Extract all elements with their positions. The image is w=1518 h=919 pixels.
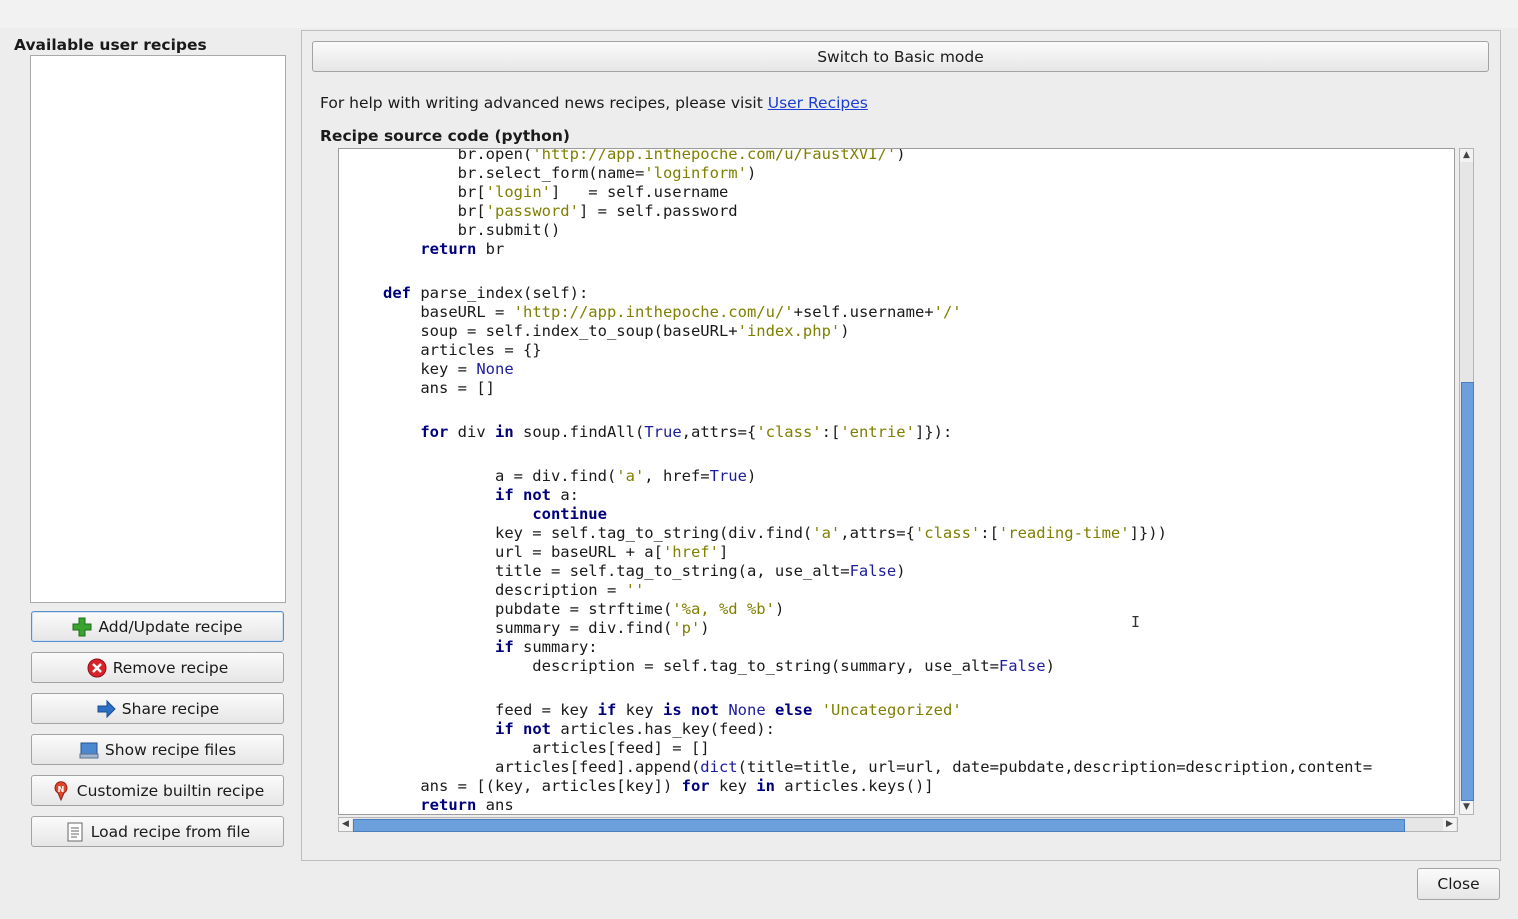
customize-builtin-recipe-button[interactable]: N Customize builtin recipe bbox=[31, 775, 284, 806]
remove-icon bbox=[87, 658, 107, 678]
available-recipes-title: Available user recipes bbox=[14, 36, 207, 54]
source-code-label: Recipe source code (python) bbox=[320, 127, 570, 145]
share-recipe-label: Share recipe bbox=[121, 699, 220, 718]
vertical-scroll-thumb[interactable] bbox=[1461, 382, 1474, 801]
builtin-recipe-icon: N bbox=[51, 780, 71, 801]
help-line: For help with writing advanced news reci… bbox=[320, 94, 868, 112]
share-arrow-icon bbox=[96, 699, 116, 719]
plus-icon bbox=[72, 617, 92, 637]
horizontal-scroll-thumb[interactable] bbox=[353, 819, 1405, 832]
scroll-down-icon[interactable]: ▼ bbox=[1460, 801, 1473, 814]
code-line: a = div.find('a', href=True) bbox=[383, 467, 757, 485]
load-recipe-from-file-button[interactable]: Load recipe from file bbox=[31, 816, 284, 847]
code-editor[interactable]: br.open('http://app.inthepoche.com/u/Fau… bbox=[338, 148, 1455, 815]
add-update-recipe-button[interactable]: Add/Update recipe bbox=[31, 611, 284, 642]
help-text: For help with writing advanced news reci… bbox=[320, 94, 763, 112]
code-line: articles[feed] = [] bbox=[383, 739, 710, 757]
code-line: key = None bbox=[383, 360, 514, 378]
svg-text:N: N bbox=[57, 785, 64, 794]
code-line: br['password'] = self.password bbox=[383, 202, 738, 220]
code-line: return br bbox=[420, 240, 505, 258]
user-recipes-link[interactable]: User Recipes bbox=[768, 94, 868, 112]
remove-recipe-label: Remove recipe bbox=[112, 658, 229, 677]
code-line: url = baseURL + a['href'] bbox=[383, 543, 729, 561]
code-line: title = self.tag_to_string(a, use_alt=Fa… bbox=[383, 562, 906, 580]
code-line: summary = div.find('p') bbox=[383, 619, 710, 637]
scroll-left-icon[interactable]: ◀ bbox=[339, 818, 352, 831]
code-line: pubdate = strftime('%a, %d %b') bbox=[383, 600, 785, 618]
close-button[interactable]: Close bbox=[1417, 868, 1500, 900]
code-line: key = self.tag_to_string(div.find('a',at… bbox=[383, 524, 1167, 542]
document-icon bbox=[65, 822, 85, 842]
code-line: soup = self.index_to_soup(baseURL+'index… bbox=[383, 322, 850, 340]
code-line: description = self.tag_to_string(summary… bbox=[383, 657, 1055, 675]
code-line: if not a: bbox=[494, 486, 579, 504]
code-line: ans = [(key, articles[key]) for key in a… bbox=[383, 777, 934, 795]
text-cursor-icon: I bbox=[1131, 613, 1141, 631]
code-line: br.submit() bbox=[383, 221, 561, 239]
customize-builtin-recipe-label: Customize builtin recipe bbox=[76, 781, 265, 800]
scroll-right-icon[interactable]: ▶ bbox=[1443, 818, 1456, 831]
code-line: br['login'] = self.username bbox=[383, 183, 729, 201]
add-update-recipe-label: Add/Update recipe bbox=[98, 617, 243, 636]
show-recipe-files-button[interactable]: Show recipe files bbox=[31, 734, 284, 765]
code-line: description = '' bbox=[383, 581, 645, 599]
code-line: def parse_index(self): bbox=[383, 284, 589, 302]
load-recipe-from-file-label: Load recipe from file bbox=[90, 822, 251, 841]
switch-basic-mode-button[interactable]: Switch to Basic mode bbox=[312, 41, 1489, 72]
recipe-list[interactable] bbox=[30, 55, 286, 603]
scroll-up-icon[interactable]: ▲ bbox=[1460, 149, 1473, 162]
user-recipes-dialog: Available user recipes Add/Update recipe… bbox=[0, 28, 1518, 919]
code-line: return ans bbox=[420, 796, 514, 814]
code-line: feed = key if key is not None else 'Unca… bbox=[383, 701, 962, 719]
remove-recipe-button[interactable]: Remove recipe bbox=[31, 652, 284, 683]
code-line: ans = [] bbox=[383, 379, 495, 397]
recipe-editor-panel: Switch to Basic mode For help with writi… bbox=[301, 30, 1501, 861]
code-line: articles[feed].append(dict(title=title, … bbox=[383, 758, 1373, 776]
code-line: br.open('http://app.inthepoche.com/u/Fau… bbox=[383, 148, 906, 163]
code-line: baseURL = 'http://app.inthepoche.com/u/'… bbox=[383, 303, 962, 321]
show-recipe-files-label: Show recipe files bbox=[104, 740, 237, 759]
window-top-strip bbox=[0, 0, 1518, 28]
code-line: continue bbox=[532, 505, 607, 523]
code-line: for div in soup.findAll(True,attrs={'cla… bbox=[420, 423, 953, 441]
code-line: articles = {} bbox=[383, 341, 542, 359]
code-line: if not articles.has_key(feed): bbox=[494, 720, 775, 738]
code-line: br.select_form(name='loginform') bbox=[383, 164, 757, 182]
folder-files-icon bbox=[79, 740, 99, 760]
code-line: if summary: bbox=[494, 638, 598, 656]
vertical-scrollbar[interactable]: ▲ ▼ bbox=[1459, 148, 1474, 815]
horizontal-scrollbar[interactable]: ◀ ▶ bbox=[338, 817, 1458, 832]
share-recipe-button[interactable]: Share recipe bbox=[31, 693, 284, 724]
